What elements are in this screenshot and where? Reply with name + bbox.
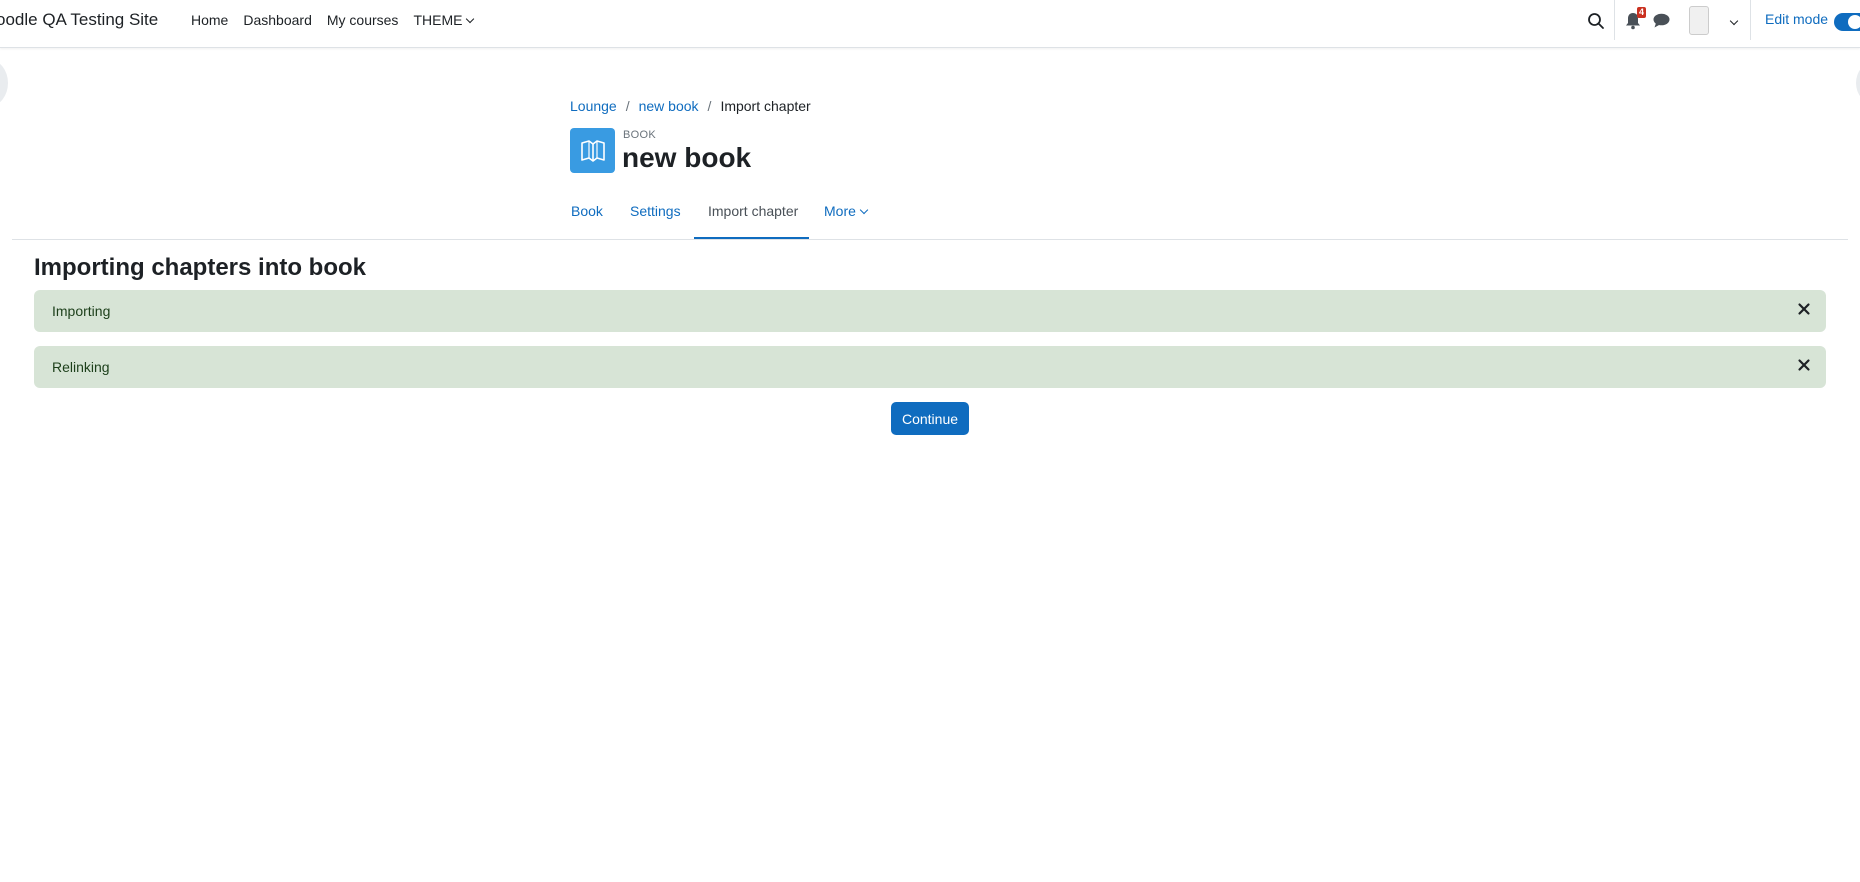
navbar-divider bbox=[1614, 0, 1615, 40]
continue-button[interactable]: Continue bbox=[891, 402, 969, 435]
right-drawer-toggle[interactable] bbox=[1856, 62, 1860, 104]
main-heading: Importing chapters into book bbox=[34, 254, 367, 281]
nav-theme[interactable]: THEME bbox=[413, 12, 475, 28]
left-drawer-toggle[interactable] bbox=[0, 60, 8, 106]
nav-home[interactable]: Home bbox=[191, 12, 228, 28]
nav-my-courses[interactable]: My courses bbox=[327, 12, 399, 28]
user-menu-chevron-icon[interactable] bbox=[1726, 14, 1739, 31]
tab-more[interactable]: More bbox=[824, 203, 869, 219]
breadcrumb-separator: / bbox=[707, 98, 712, 114]
activity-type-label: BOOK bbox=[623, 129, 656, 141]
search-icon[interactable] bbox=[1587, 12, 1605, 30]
nav-theme-label: THEME bbox=[413, 12, 463, 28]
page-title: new book bbox=[622, 142, 752, 173]
chat-icon[interactable] bbox=[1653, 13, 1670, 28]
top-navbar: oodle QA Testing Site Home Dashboard My … bbox=[0, 0, 1860, 48]
tab-import-chapter[interactable]: Import chapter bbox=[708, 203, 798, 219]
breadcrumb-new-book[interactable]: new book bbox=[639, 98, 699, 114]
nav-dashboard[interactable]: Dashboard bbox=[243, 12, 312, 28]
primary-navigation: Home Dashboard My courses THEME bbox=[191, 12, 488, 28]
navbar-divider bbox=[1750, 0, 1751, 40]
notification-count-badge: 4 bbox=[1637, 7, 1647, 18]
edit-mode-label[interactable]: Edit mode bbox=[1765, 11, 1828, 27]
avatar[interactable] bbox=[1689, 6, 1709, 35]
alert-message: Relinking bbox=[52, 359, 110, 375]
breadcrumb: Lounge / new book / Import chapter bbox=[570, 98, 811, 114]
close-icon[interactable] bbox=[1796, 301, 1812, 317]
tab-more-label: More bbox=[824, 203, 856, 219]
site-name[interactable]: oodle QA Testing Site bbox=[0, 10, 158, 30]
alert-relinking: Relinking bbox=[34, 346, 1826, 388]
tab-settings[interactable]: Settings bbox=[630, 203, 681, 219]
chevron-down-icon bbox=[466, 14, 475, 24]
alert-message: Importing bbox=[52, 303, 111, 319]
chevron-down-icon bbox=[859, 205, 869, 215]
breadcrumb-current: Import chapter bbox=[720, 98, 811, 114]
secondary-nav-divider bbox=[12, 239, 1848, 240]
toggle-knob bbox=[1848, 15, 1860, 29]
book-icon bbox=[570, 128, 615, 173]
breadcrumb-separator: / bbox=[625, 98, 630, 114]
close-icon[interactable] bbox=[1796, 357, 1812, 373]
breadcrumb-lounge[interactable]: Lounge bbox=[570, 98, 617, 114]
alert-importing: Importing bbox=[34, 290, 1826, 332]
tab-book[interactable]: Book bbox=[571, 203, 603, 219]
